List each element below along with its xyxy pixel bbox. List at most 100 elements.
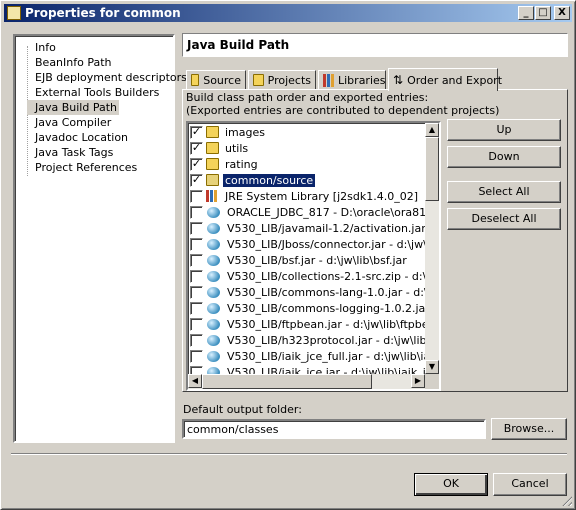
entry-label: V530_LIB/bsf.jar - d:\jw\lib\bsf.jar — [227, 253, 407, 267]
order-description: Build class path order and exported entr… — [186, 91, 499, 117]
folder-icon — [206, 158, 219, 170]
classpath-entry-row[interactable]: V530_LIB/ftpbean.jar - d:\jw\lib\ftpbean… — [190, 316, 439, 332]
classpath-entry-row[interactable]: V530_LIB/collections-2.1-src.zip - d:\jw… — [190, 268, 439, 284]
export-checkbox[interactable] — [190, 349, 203, 363]
vertical-scrollbar[interactable]: ▲ ▼ — [425, 123, 439, 374]
classpath-entry-row[interactable]: V530_LIB/javamail-1.2/activation.jar - d… — [190, 220, 439, 236]
classpath-entry-row[interactable]: V530_LIB/Jboss/connector.jar - d:\jw\lib… — [190, 236, 441, 252]
entry-label: V530_LIB/commons-logging-1.0.2.jar - d:\… — [227, 301, 439, 315]
nav-item-beaninfo-path[interactable]: BeanInfo Path — [27, 55, 114, 70]
jar-icon — [207, 254, 220, 266]
vertical-scroll-thumb[interactable] — [425, 137, 439, 201]
order-export-icon: ⇅ — [393, 73, 404, 87]
entry-label: V530_LIB/collections-2.1-src.zip - d:\jw… — [227, 269, 439, 283]
entry-label: common/source — [221, 172, 317, 188]
tab-order-and-export[interactable]: ⇅ Order and Export — [388, 68, 502, 91]
classpath-entry-row[interactable]: V530_LIB/bsf.jar - d:\jw\lib\bsf.jar — [190, 252, 409, 268]
tab-source[interactable]: Source — [186, 70, 246, 89]
maximize-button[interactable]: □ — [535, 6, 551, 20]
export-checkbox[interactable]: ✓ — [190, 125, 203, 139]
export-checkbox[interactable] — [190, 189, 203, 203]
nav-item-info[interactable]: Info — [27, 40, 58, 55]
properties-icon — [7, 6, 21, 20]
export-checkbox[interactable] — [190, 285, 203, 299]
export-checkbox[interactable] — [190, 237, 203, 251]
classpath-entry-row[interactable]: ✓ utils — [190, 140, 250, 156]
tab-projects-label: Projects — [267, 73, 311, 87]
classpath-entry-row[interactable]: ✓ rating — [190, 156, 260, 172]
jar-icon — [207, 318, 220, 330]
classpath-entry-row[interactable]: V530_LIB/h323protocol.jar - d:\jw\lib\h3… — [190, 332, 439, 348]
export-checkbox[interactable] — [190, 333, 203, 347]
classpath-entry-row[interactable]: ORACLE_JDBC_817 - D:\oracle\ora81\jdbc\ — [190, 204, 441, 220]
export-checkbox[interactable] — [190, 205, 203, 219]
nav-item-java-build-path[interactable]: Java Build Path — [27, 100, 120, 115]
minimize-button[interactable]: _ — [518, 6, 534, 20]
jar-icon — [207, 206, 220, 218]
scroll-left-arrow-icon[interactable]: ◀ — [188, 374, 202, 388]
scroll-up-arrow-icon[interactable]: ▲ — [425, 123, 439, 137]
export-checkbox[interactable] — [190, 269, 203, 283]
nav-item-javadoc-location[interactable]: Javadoc Location — [27, 130, 130, 145]
classpath-entry-row[interactable]: V530_LIB/commons-lang-1.0.jar - d:\jw\li… — [190, 284, 439, 300]
entry-label: V530_LIB/Jboss/connector.jar - d:\jw\lib… — [227, 237, 441, 251]
source-folder-icon — [191, 74, 200, 86]
horizontal-scrollbar[interactable]: ◀ ▶ — [188, 374, 425, 389]
tab-order-export-label: Order and Export — [407, 73, 503, 87]
classpath-entry-row[interactable]: ✓ common/source — [190, 172, 317, 188]
nav-item-external-tools[interactable]: External Tools Builders — [27, 85, 161, 100]
jar-icon — [207, 350, 220, 362]
classpath-entry-row[interactable]: JRE System Library [j2sdk1.4.0_02] — [190, 188, 420, 204]
footer-separator — [11, 453, 567, 455]
nav-item-ejb-deployment[interactable]: EJB deployment descriptors — [27, 70, 189, 85]
jar-icon — [207, 286, 220, 298]
property-page-tree: Info BeanInfo Path EJB deployment descri… — [13, 34, 187, 443]
jar-icon — [207, 238, 220, 250]
jar-icon — [207, 222, 220, 234]
scroll-down-arrow-icon[interactable]: ▼ — [425, 360, 439, 374]
export-checkbox[interactable]: ✓ — [190, 173, 203, 187]
nav-item-project-references[interactable]: Project References — [27, 160, 139, 175]
cancel-button[interactable]: Cancel — [493, 473, 567, 496]
entry-label: ORACLE_JDBC_817 - D:\oracle\ora81\jdbc\ — [227, 205, 441, 219]
select-all-button[interactable]: Select All — [447, 181, 561, 203]
output-folder-label: Default output folder: — [183, 403, 302, 416]
export-checkbox[interactable] — [190, 317, 203, 331]
properties-dialog: Properties for common _ □ X Info BeanInf… — [0, 0, 576, 510]
deselect-all-button[interactable]: Deselect All — [447, 208, 561, 230]
title-bar[interactable]: Properties for common _ □ X — [4, 4, 572, 22]
classpath-entry-list[interactable]: ✓ images ✓ utils ✓ rating ✓ common/source JRE Sy… — [186, 121, 441, 391]
export-checkbox[interactable]: ✓ — [190, 157, 203, 171]
down-button[interactable]: Down — [447, 146, 561, 168]
nav-item-java-compiler[interactable]: Java Compiler — [27, 115, 113, 130]
nav-item-java-task-tags[interactable]: Java Task Tags — [27, 145, 115, 160]
horizontal-scroll-thumb[interactable] — [202, 374, 372, 389]
export-checkbox[interactable] — [190, 221, 203, 235]
tab-source-label: Source — [203, 73, 241, 87]
entry-label: V530_LIB/h323protocol.jar - d:\jw\lib\h3… — [227, 333, 439, 347]
window-title: Properties for common — [25, 6, 181, 20]
tab-projects[interactable]: Projects — [248, 70, 316, 89]
output-folder-input[interactable]: common/classes — [182, 419, 486, 439]
jar-icon — [207, 334, 220, 346]
classpath-entry-row[interactable]: ✓ images — [190, 124, 267, 140]
ok-button[interactable]: OK — [414, 473, 488, 496]
libraries-icon — [323, 73, 334, 87]
scroll-right-arrow-icon[interactable]: ▶ — [411, 374, 425, 388]
entry-label: images — [225, 125, 265, 139]
tab-libraries-label: Libraries — [338, 73, 386, 87]
classpath-entry-row[interactable]: V530_LIB/commons-logging-1.0.2.jar - d:\… — [190, 300, 439, 316]
export-checkbox[interactable]: ✓ — [190, 141, 203, 155]
entry-label: V530_LIB/commons-lang-1.0.jar - d:\jw\li… — [227, 285, 439, 299]
browse-button[interactable]: Browse... — [491, 418, 567, 440]
classpath-entry-row[interactable]: V530_LIB/iaik_jce_full.jar - d:\jw\lib\i… — [190, 348, 439, 364]
page-title: Java Build Path — [182, 33, 568, 57]
export-checkbox[interactable] — [190, 301, 203, 315]
description-line-2: (Exported entries are contributed to dep… — [186, 104, 500, 117]
tab-libraries[interactable]: Libraries — [318, 70, 386, 89]
export-checkbox[interactable] — [190, 253, 203, 267]
up-button[interactable]: Up — [447, 119, 561, 141]
description-line-1: Build class path order and exported entr… — [186, 91, 429, 104]
close-button[interactable]: X — [554, 6, 570, 20]
jar-icon — [207, 270, 220, 282]
